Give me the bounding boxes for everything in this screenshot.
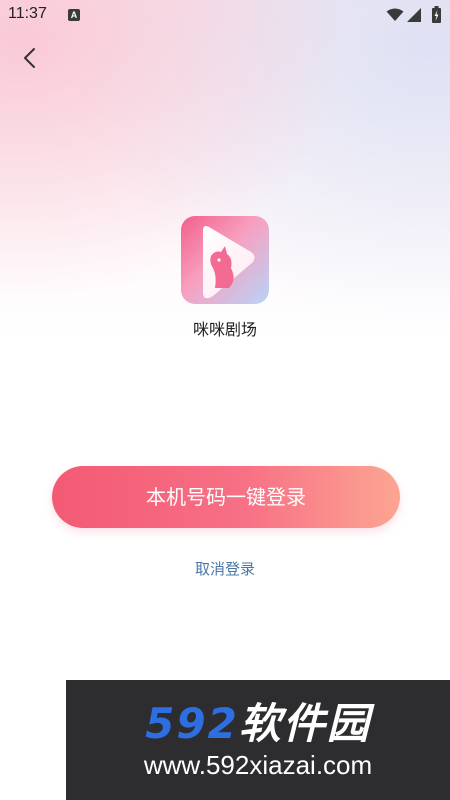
battery-icon (432, 6, 441, 23)
signal-icon (407, 8, 421, 22)
app-name: 咪咪剧场 (192, 320, 257, 339)
wifi-icon (386, 8, 404, 21)
status-time: 11:37 (8, 5, 47, 22)
status-bar: 11:37 A (0, 0, 450, 30)
chevron-left-icon (24, 48, 35, 68)
back-button[interactable] (14, 42, 46, 74)
one-click-login-button[interactable]: 本机号码一键登录 (52, 466, 400, 528)
watermark-banner: 592软件园 www.592xiazai.com (66, 680, 450, 800)
watermark-brand-text: 软件园 (238, 699, 371, 748)
watermark-brand: 592软件园 (66, 690, 450, 751)
a-icon: A (68, 9, 80, 21)
watermark-brand-number: 592 (145, 699, 239, 748)
cat-play-logo-icon (203, 226, 255, 299)
cancel-login-link[interactable]: 取消登录 (0, 558, 450, 579)
app-logo (181, 216, 269, 304)
watermark-url: www.592xiazai.com (143, 750, 373, 780)
